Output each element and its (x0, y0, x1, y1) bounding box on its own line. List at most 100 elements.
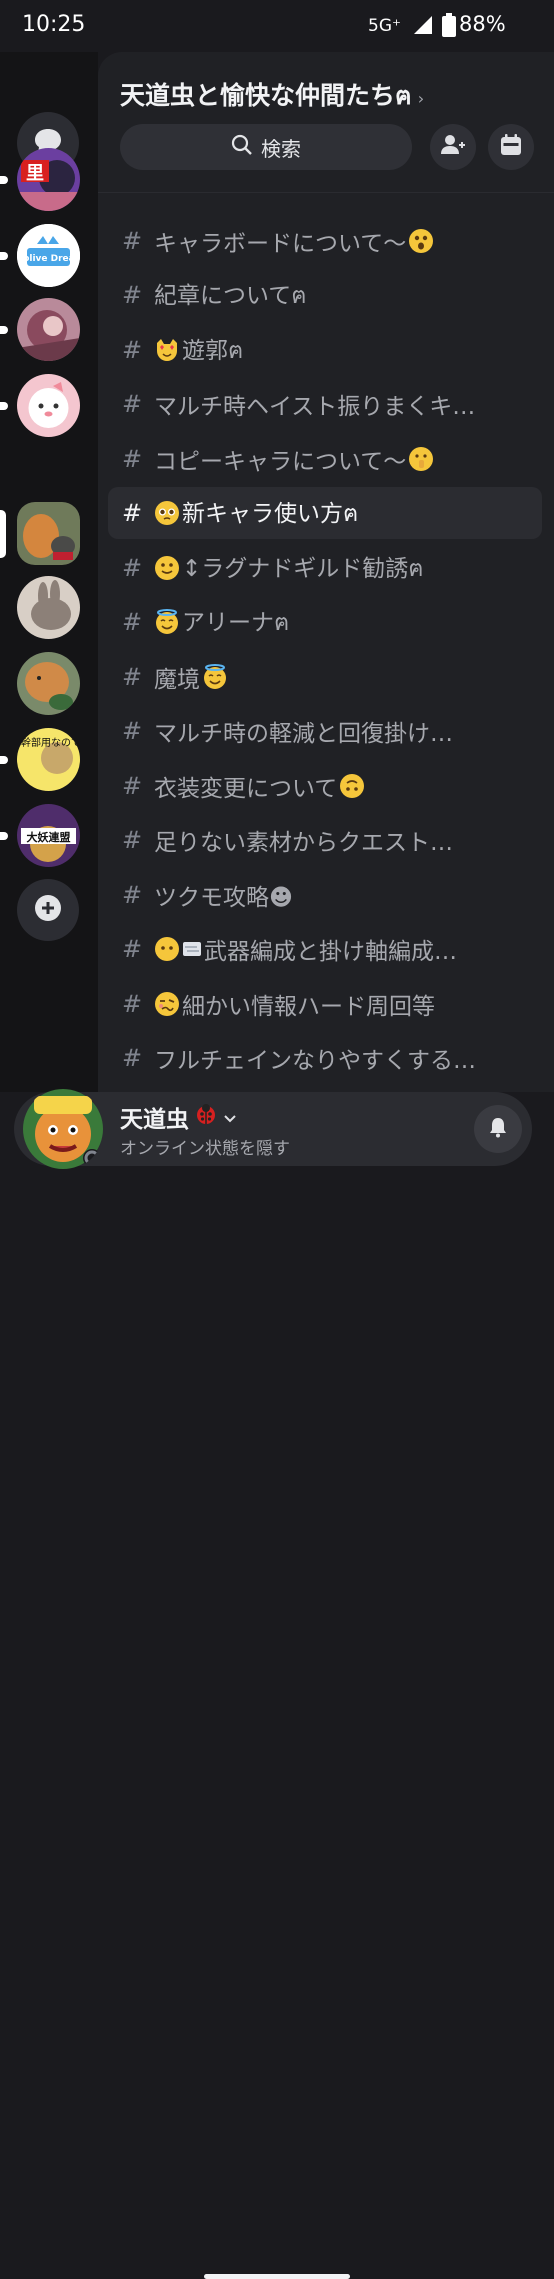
channel-item[interactable]: # マルチ時ヘイスト振りまくキ… (108, 378, 542, 430)
battery-percent: 88% (459, 12, 506, 36)
hashtag-icon: # (121, 281, 143, 309)
server-name: 天道虫と愉快な仲間たち (120, 81, 396, 110)
hashtag-icon: # (121, 608, 143, 636)
channel-item[interactable]: # 紀章についてฅ (108, 269, 542, 321)
channel-item[interactable]: # 武器編成と掛け軸編成… (108, 923, 542, 975)
channel-name-text: 武器編成と掛け軸編成… (204, 939, 457, 965)
channel-name-text: 新キャラ使い方ฅ (182, 501, 359, 527)
user-panel: 天道虫 オンライン状態を隠す (0, 1089, 554, 2279)
channel-name: マルチ時の軽減と回復掛け… (154, 714, 453, 748)
channel-item[interactable]: # ツクモ攻略☻ (108, 869, 542, 921)
channel-item[interactable]: # 細かい情報ハード周回等 (108, 978, 542, 1030)
halo-emoji-icon (156, 609, 178, 634)
channel-panel: #リスーン出す方法ฅ#キャラボードについて〜#紀章についてฅ#遊郭ฅ#マルチ時ヘ… (98, 52, 554, 1092)
channel-name-text: アリーナฅ (182, 610, 290, 636)
channel-name-text: ↕ラグナドギルド勧誘ฅ (182, 555, 424, 582)
channel-item[interactable]: # 足りない素材からクエスト… (108, 814, 542, 866)
server-icon-hololive[interactable]: hololive Dreams (17, 224, 80, 287)
channel-item[interactable]: # アリーナฅ (108, 596, 542, 648)
channel-name: フルチェインなりやすくする… (154, 1041, 476, 1075)
server-label-text: 幹部用なのです！ (21, 736, 80, 749)
battery-icon (442, 13, 456, 41)
calendar-icon (499, 133, 523, 161)
channel-name: コピーキャラについて〜 (154, 442, 434, 476)
channel-item[interactable]: # ↕ラグナドギルド勧誘ฅ (108, 542, 542, 594)
server-icon-kanbu[interactable]: 幹部用なのです！ (17, 728, 80, 791)
channel-name: マルチ時ヘイスト振りまくキ… (154, 387, 475, 421)
events-button[interactable] (488, 124, 534, 170)
inbox-button[interactable] (474, 1105, 522, 1153)
channel-name: ↕ラグナドギルド勧誘ฅ (154, 549, 424, 587)
search-button[interactable]: 検索 (120, 124, 412, 170)
channel-name-text: コピーキャラについて〜 (154, 448, 407, 475)
unread-indicator (0, 176, 8, 184)
server-icon-rabbit[interactable] (17, 576, 80, 639)
wow-emoji-icon (409, 228, 434, 253)
channel-name: 紀章についてฅ (154, 276, 307, 314)
server-icon-1[interactable]: 里 (17, 148, 80, 211)
server-icon-selected[interactable] (17, 502, 80, 565)
plus-icon (34, 894, 62, 926)
chevron-right-icon: › (417, 89, 425, 108)
user-status-text: オンライン状態を隠す (120, 1139, 290, 1159)
server-header: 天道虫と愉快な仲間たちฅ › 検索 (98, 52, 554, 193)
server-icon-4[interactable] (17, 374, 80, 437)
halo-emoji-icon (204, 663, 226, 689)
add-member-icon (440, 132, 466, 162)
hashtag-icon: # (121, 226, 143, 255)
catlove-emoji-icon (157, 338, 177, 361)
channel-name-text: 足りない素材からクエスト… (154, 830, 453, 856)
server-icon-cat[interactable] (17, 652, 80, 715)
woozy-emoji-icon (155, 991, 179, 1016)
server-icon-3[interactable] (17, 298, 80, 361)
channel-name: 新キャラ使い方ฅ (154, 494, 358, 532)
upside-emoji-icon (340, 773, 365, 798)
channel-name-text: 魔境 (154, 666, 200, 693)
hashtag-icon: # (121, 662, 143, 691)
channel-name-text: 衣装変更について (154, 775, 338, 802)
add-server-button[interactable] (17, 879, 79, 941)
channel-item[interactable]: # キャラボードについて〜 (108, 215, 542, 267)
channel-name: 遊郭ฅ (154, 331, 243, 369)
channel-item[interactable]: # 遊郭ฅ (108, 324, 542, 376)
username: 天道虫 (120, 1100, 237, 1134)
unread-indicator (0, 326, 8, 334)
hashtag-icon: # (121, 771, 143, 800)
channel-name: キャラボードについて〜 (154, 224, 434, 258)
channel-item[interactable]: # 衣装変更について (108, 760, 542, 812)
server-icon-youkai[interactable]: 大妖連盟 (17, 804, 80, 867)
channel-name-text: 紀章についてฅ (154, 283, 307, 309)
unread-indicator (0, 402, 8, 410)
network-type: 5G⁺ (368, 16, 401, 36)
hashtag-icon: # (121, 553, 143, 582)
status-bar: 10:25 5G⁺ 88% (0, 0, 554, 52)
channel-name: 細かい情報ハード周回等 (154, 987, 435, 1021)
avatar[interactable] (22, 1088, 104, 1170)
fog-emoji-icon (183, 942, 201, 956)
channel-item[interactable]: # フルチェインなりやすくする… (108, 1032, 542, 1084)
channel-item[interactable]: # マルチ時の軽減と回復掛け… (108, 705, 542, 757)
search-label: 検索 (261, 136, 301, 161)
hashtag-icon: # (121, 499, 143, 527)
channel-name: 衣装変更について (154, 769, 365, 803)
invite-members-button[interactable] (430, 124, 476, 170)
channel-item[interactable]: # 新キャラ使い方ฅ (108, 487, 542, 539)
hashtag-icon: # (121, 880, 143, 909)
channel-item[interactable]: # 魔境 (108, 651, 542, 703)
server-title[interactable]: 天道虫と愉快な仲間たちฅ › (120, 76, 424, 116)
nomouth-emoji-icon (155, 937, 179, 961)
unread-indicator (0, 756, 8, 764)
selected-server-indicator (0, 510, 6, 558)
channel-name-text: ツクモ攻略☻ (154, 884, 293, 911)
channel-item[interactable]: # コピーキャラについて〜 (108, 433, 542, 485)
hashtag-icon: # (121, 935, 143, 963)
username-text: 天道虫 (120, 1107, 189, 1133)
home-indicator[interactable] (204, 2274, 350, 2279)
hashtag-icon: # (121, 390, 143, 418)
ladybug-icon (195, 1103, 217, 1131)
hashtag-icon: # (121, 989, 143, 1018)
channel-name-text: 遊郭ฅ (182, 337, 244, 364)
channel-name-text: キャラボードについて〜 (154, 230, 407, 257)
slight-emoji-icon (155, 555, 179, 580)
channel-name-text: マルチ時の軽減と回復掛け… (154, 721, 453, 747)
